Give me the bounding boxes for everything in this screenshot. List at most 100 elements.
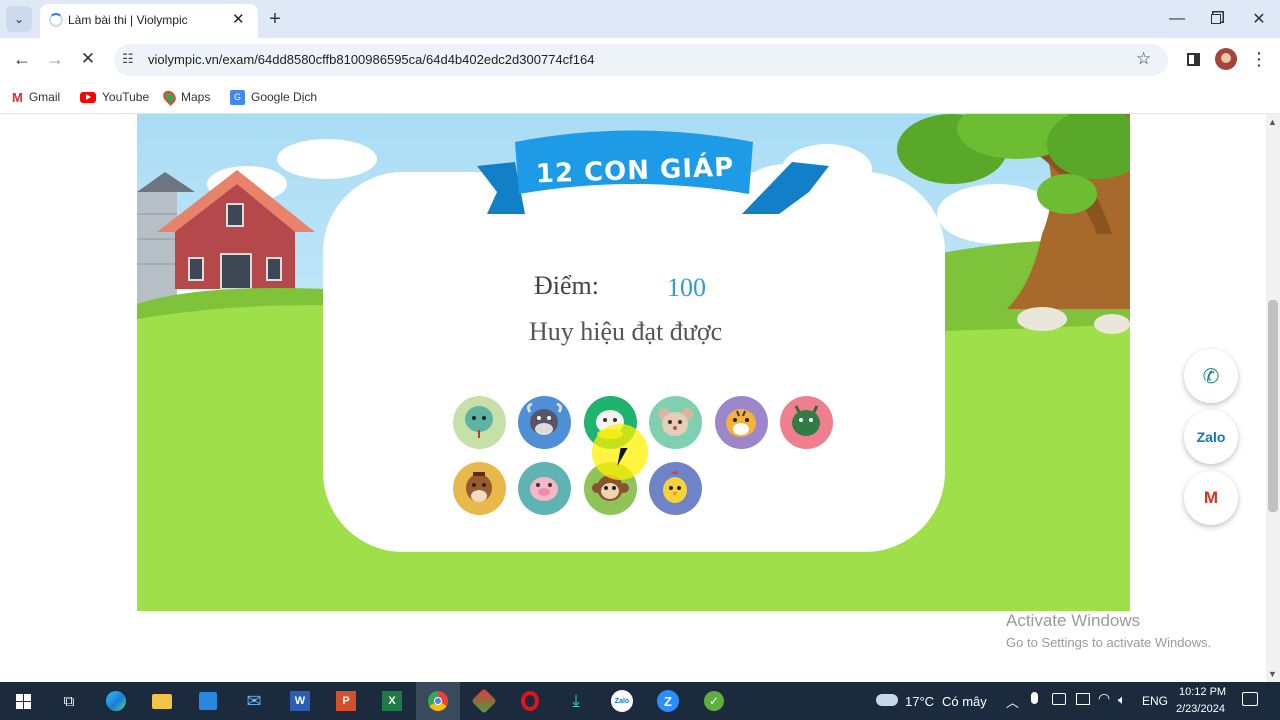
- taskbar-excel[interactable]: X: [377, 686, 407, 716]
- notification-icon[interactable]: [1242, 692, 1258, 706]
- taskbar-app-12[interactable]: ✓: [699, 686, 729, 716]
- badge-rooster: [649, 462, 702, 515]
- taskbar-zoom[interactable]: Z: [653, 686, 683, 716]
- zalo-icon: Zalo: [611, 690, 633, 712]
- activate-windows-subtitle: Go to Settings to activate Windows.: [1006, 635, 1212, 650]
- arrow-left-icon: ←: [13, 48, 31, 69]
- excel-icon: X: [382, 691, 402, 711]
- tray-device-icon[interactable]: [1076, 693, 1090, 705]
- taskbar-edge[interactable]: [101, 686, 131, 716]
- bookmark-label: Google Dịch: [251, 90, 318, 104]
- badge-dragon: [780, 396, 833, 449]
- clock-date[interactable]: 2/23/2024: [1176, 703, 1225, 715]
- windows-icon: [15, 693, 31, 709]
- taskbar-mail[interactable]: ✉: [239, 686, 269, 716]
- mail-icon: ✉: [246, 690, 262, 711]
- bookmark-maps[interactable]: Maps: [160, 86, 211, 108]
- stop-icon: ✕: [80, 49, 96, 68]
- badge-tiger: [715, 396, 768, 449]
- bookmark-gmail[interactable]: M Gmail: [12, 86, 60, 108]
- tab-close-icon[interactable]: ✕: [232, 10, 245, 28]
- taskbar-store[interactable]: [193, 686, 223, 716]
- tab-search-button[interactable]: ⌄: [6, 6, 32, 32]
- task-view-button[interactable]: ⧉: [54, 686, 84, 716]
- address-bar[interactable]: ☷ violympic.vn/exam/64dd8580cffb81009865…: [114, 44, 1168, 76]
- back-button[interactable]: ←: [8, 45, 36, 73]
- start-button[interactable]: [8, 686, 38, 716]
- taskbar-word[interactable]: W: [285, 686, 315, 716]
- scene-background: [137, 114, 1130, 611]
- bookmark-label: YouTube: [102, 90, 150, 104]
- minimize-icon: —: [1169, 10, 1185, 27]
- bookmark-star-icon[interactable]: ☆: [1136, 49, 1151, 69]
- url-text: violympic.vn/exam/64dd8580cffb8100986595…: [148, 52, 595, 67]
- taskbar-app-9[interactable]: ⤓: [561, 686, 591, 716]
- tray-app-icon[interactable]: [1052, 693, 1066, 705]
- weather-temp[interactable]: 17°C: [905, 694, 934, 709]
- scrollbar-thumb[interactable]: [1268, 300, 1278, 512]
- badge-horse: [453, 462, 506, 515]
- translate-icon: G: [230, 89, 245, 105]
- badge-pig: [518, 462, 571, 515]
- folder-icon: [152, 693, 172, 709]
- taskbar-chrome[interactable]: [423, 686, 453, 716]
- gmail-contact-button[interactable]: M: [1184, 471, 1238, 525]
- youtube-icon: [80, 91, 96, 103]
- restore-icon: [1211, 14, 1221, 24]
- taskbar-app-7[interactable]: [469, 686, 499, 716]
- score-value: 100: [667, 273, 706, 302]
- maps-icon: [160, 88, 179, 106]
- score-label: Điểm:: [534, 271, 599, 300]
- chrome-icon: [428, 691, 448, 711]
- badge-buffalo: [518, 396, 571, 449]
- bookmark-label: Gmail: [28, 90, 61, 104]
- side-panel-icon: [1186, 52, 1200, 66]
- call-button[interactable]: ✆: [1184, 349, 1238, 403]
- site-info-icon[interactable]: ☷: [122, 51, 134, 67]
- restore-button[interactable]: [1203, 6, 1229, 32]
- stop-button[interactable]: ✕: [74, 45, 102, 73]
- powerpoint-icon: P: [336, 691, 356, 711]
- browser-tab[interactable]: Làm bài thi | Violympic ✕: [40, 4, 258, 38]
- weather-text[interactable]: Có mây: [942, 694, 987, 709]
- zalo-button[interactable]: Zalo: [1184, 410, 1238, 464]
- taskbar-zalo[interactable]: Zalo: [607, 686, 637, 716]
- minimize-button[interactable]: —: [1164, 6, 1190, 32]
- profile-avatar[interactable]: [1215, 48, 1237, 70]
- opera-icon: [521, 691, 539, 711]
- bookmark-google-dich[interactable]: G Google Dịch: [230, 86, 317, 108]
- close-window-button[interactable]: ✕: [1246, 6, 1272, 32]
- app-icon: ✓: [704, 691, 724, 711]
- store-icon: [199, 692, 217, 710]
- volume-icon[interactable]: 🔈︎: [1118, 692, 1126, 708]
- bookmark-label: Maps: [181, 90, 211, 104]
- taskbar-file-explorer[interactable]: [147, 686, 177, 716]
- new-tab-button[interactable]: +: [262, 6, 288, 32]
- taskbar-opera[interactable]: [515, 686, 545, 716]
- task-view-icon: ⧉: [63, 692, 75, 710]
- download-icon: ⤓: [572, 691, 580, 710]
- tray-chevron-up-icon[interactable]: ︿: [1006, 692, 1019, 711]
- zoom-icon: Z: [657, 690, 679, 712]
- wifi-icon[interactable]: ◠: [1098, 690, 1110, 707]
- side-panel-button[interactable]: [1180, 46, 1206, 72]
- badge-snake: [453, 396, 506, 449]
- scroll-down-icon[interactable]: ▼: [1268, 669, 1277, 679]
- language-indicator[interactable]: ENG: [1142, 694, 1168, 708]
- taskbar-powerpoint[interactable]: P: [331, 686, 361, 716]
- phone-icon: ✆: [1202, 365, 1220, 388]
- menu-button[interactable]: ⋮: [1248, 46, 1270, 72]
- gmail-icon: M: [1203, 488, 1219, 507]
- scroll-up-icon[interactable]: ▲: [1268, 117, 1277, 127]
- kebab-menu-icon: ⋮: [1250, 48, 1268, 69]
- bookmark-youtube[interactable]: YouTube: [80, 86, 149, 108]
- clock-time[interactable]: 10:12 PM: [1179, 686, 1226, 698]
- close-icon: ✕: [1252, 11, 1266, 28]
- microphone-icon[interactable]: [1031, 692, 1038, 704]
- avatar: [1221, 53, 1231, 63]
- loading-spinner-icon: [49, 13, 63, 27]
- forward-button[interactable]: →: [41, 45, 69, 73]
- game-scene: 12 CON GIÁP Điểm: 100 Huy hiệu đạt được: [137, 114, 1130, 611]
- weather-icon: [876, 694, 898, 706]
- badges-title: Huy hiệu đạt được: [529, 317, 723, 346]
